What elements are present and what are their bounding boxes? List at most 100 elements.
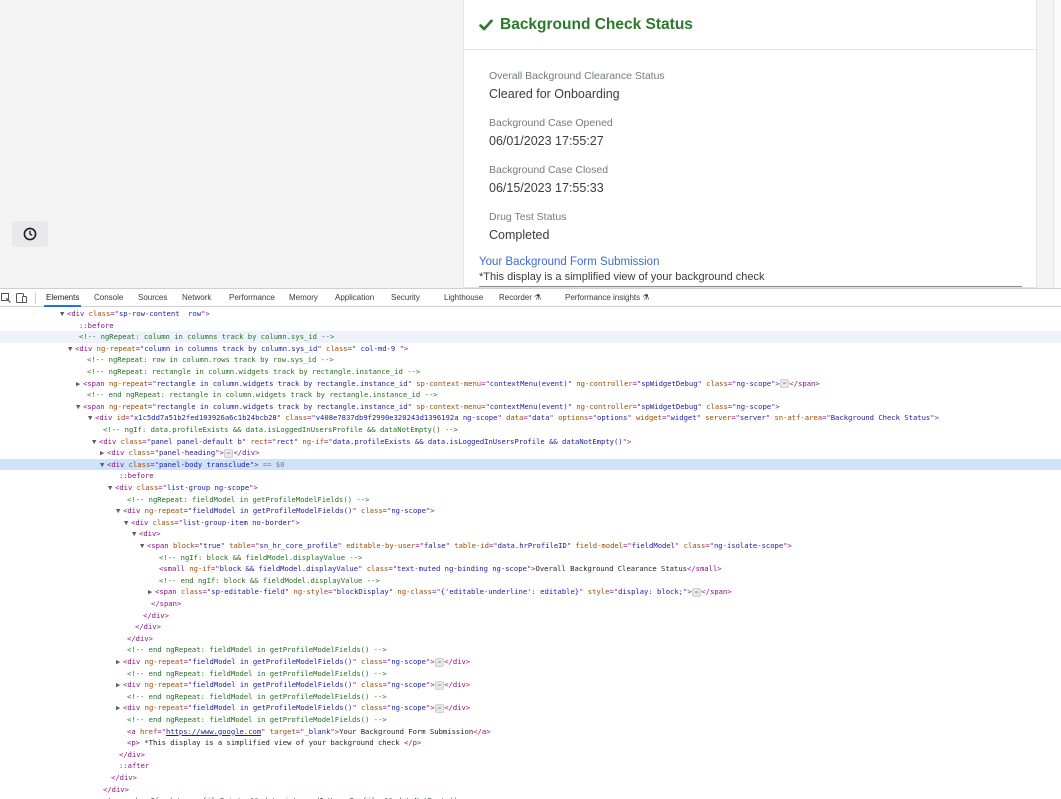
background-form-link[interactable]: Your Background Form Submission (479, 255, 1021, 269)
dom-node-row[interactable]: <!-- ngRepeat: row in column.rows track … (0, 354, 1061, 366)
dom-node-row[interactable]: ::before (0, 470, 1061, 482)
dom-node-row[interactable]: <!-- end ngIf: data.profileExists && dat… (0, 795, 1061, 799)
collapse-arrow-icon[interactable]: ▶ (76, 378, 83, 390)
dom-node-row[interactable]: ▼ <div class="panel-body transclude"> == … (0, 458, 1061, 471)
tab-memory[interactable]: Memory (287, 289, 320, 307)
dom-node-row[interactable]: </div> (0, 784, 1061, 796)
ellipsis-badge[interactable]: ⋯ (779, 379, 790, 389)
dom-node-row[interactable]: ▼ <div class="list-group-item no-border"> (0, 517, 1061, 529)
ellipsis-badge[interactable]: ⋯ (434, 703, 445, 713)
dom-token: ng-scope (391, 703, 426, 713)
dom-node-row[interactable]: ▶ <div ng-repeat="fieldModel in getProfil… (0, 679, 1061, 691)
dom-node-row[interactable]: ▼ <div id="x1c5dd7a51b2fed103926a6c1b24bc… (0, 412, 1061, 424)
dom-token: " (697, 378, 707, 388)
tab-security[interactable]: Security (389, 289, 422, 307)
dom-node-row[interactable]: ▼ <span ng-repeat="rectangle in column.wi… (0, 401, 1061, 413)
dom-node-row[interactable]: ::before (0, 320, 1061, 332)
dom-node-row[interactable]: <!-- ngIf: data.profileExists && data.is… (0, 424, 1061, 436)
dom-node-row[interactable]: </div> (0, 749, 1061, 761)
dom-node-row[interactable]: ▼ <div ng-repeat="column in columns track… (0, 343, 1061, 355)
dom-node-row[interactable]: ▶ <div ng-repeat="fieldModel in getProfil… (0, 702, 1061, 714)
collapse-arrow-icon[interactable]: ▶ (100, 447, 107, 459)
device-toolbar-icon[interactable] (15, 289, 27, 307)
dom-node-row[interactable]: <!-- end ngRepeat: rectangle in column.w… (0, 389, 1061, 401)
tab-network[interactable]: Network (180, 289, 213, 307)
expand-arrow-icon[interactable]: ▼ (140, 540, 147, 552)
dom-token: "> (425, 703, 435, 713)
tab-application[interactable]: Application (333, 289, 376, 307)
dom-token: ::before (79, 320, 114, 330)
dom-token: =" (523, 413, 533, 423)
expand-arrow-icon[interactable]: ▼ (68, 343, 75, 355)
dom-node-row[interactable]: ▼ <div ng-repeat="fieldModel in getProfil… (0, 505, 1061, 517)
dom-node-row[interactable]: <!-- ngRepeat: rectangle in column.widge… (0, 366, 1061, 378)
expand-arrow-icon[interactable]: ▼ (76, 401, 83, 413)
dom-token: Your Background Form Submission (339, 726, 474, 736)
dom-node-row[interactable]: <!-- end ngRepeat: fieldModel in getProf… (0, 668, 1061, 680)
tab-lighthouse[interactable]: Lighthouse (442, 289, 485, 307)
dom-token: == $0 (258, 459, 285, 469)
dom-node-row[interactable]: <small ng-if="block && fieldModel.displa… (0, 563, 1061, 575)
expand-arrow-icon[interactable]: ▼ (92, 436, 99, 448)
expand-arrow-icon[interactable]: ▼ (88, 412, 95, 424)
dom-node-row[interactable]: <p> *This display is a simplified view o… (0, 737, 1061, 749)
dom-token: <div (123, 680, 145, 690)
dom-node-row[interactable]: ▶ <span ng-repeat="rectangle in column.wi… (0, 378, 1061, 390)
dom-node-row[interactable]: ▼ <span block="true" table="sn_hr_core_pr… (0, 540, 1061, 552)
elements-tree[interactable]: ▼ <div class="sp-row-content row">::befor… (0, 308, 1061, 799)
inspect-element-icon[interactable] (0, 289, 12, 307)
dom-node-row[interactable]: ▼ <div class="panel panel-default b" rect… (0, 436, 1061, 448)
tab-console[interactable]: Console (92, 289, 125, 307)
dom-node-row[interactable]: <!-- end ngRepeat: fieldModel in getProf… (0, 691, 1061, 703)
dom-token: "> (201, 309, 210, 318)
collapse-arrow-icon[interactable]: ▶ (116, 702, 123, 714)
dom-token: data.profileExists && data.isLoggedInUse… (332, 436, 623, 446)
field-label: Background Case Closed (489, 164, 609, 176)
expand-arrow-icon[interactable]: ▼ (116, 505, 123, 517)
dom-token[interactable]: https://www.google.com (166, 727, 261, 736)
expand-arrow-icon[interactable]: ▼ (124, 517, 131, 529)
dom-token: </div> (444, 703, 471, 713)
expand-arrow-icon[interactable]: ▼ (100, 459, 107, 471)
dom-token: =" (150, 459, 159, 469)
history-button[interactable] (12, 221, 48, 247)
collapse-arrow-icon[interactable]: ▶ (116, 679, 123, 691)
expand-arrow-icon[interactable]: ▼ (60, 308, 67, 320)
tab-elements[interactable]: Elements (44, 289, 82, 307)
dom-node-row[interactable]: ▼ <div class="sp-row-content row"> (0, 308, 1061, 320)
tab-performance-insights[interactable]: Performance insights ⚗ (563, 289, 652, 307)
page-scrollbar[interactable] (1053, 0, 1061, 288)
tab-recorder[interactable]: Recorder ⚗ (497, 289, 543, 307)
dom-node-row[interactable]: <!-- end ngIf: block && fieldModel.displ… (0, 575, 1061, 587)
dom-node-row[interactable]: ▼ <div class="list-group ng-scope"> (0, 482, 1061, 494)
ellipsis-badge[interactable]: ⋯ (434, 657, 445, 667)
dom-node-row[interactable]: </div> (0, 633, 1061, 645)
tab-performance[interactable]: Performance (227, 289, 277, 307)
dom-node-row[interactable]: ▼ <div> (0, 528, 1061, 540)
dom-token: ng-if (189, 564, 211, 574)
expand-arrow-icon[interactable]: ▼ (108, 482, 115, 494)
dom-token: <div (67, 309, 89, 318)
ellipsis-badge[interactable]: ⋯ (691, 587, 702, 597)
dom-node-row[interactable]: </div> (0, 772, 1061, 784)
dom-node-row[interactable]: <!-- ngRepeat: column in columns track b… (0, 331, 1061, 343)
dom-token: " (337, 541, 347, 550)
dom-node-row[interactable]: <!-- end ngRepeat: fieldModel in getProf… (0, 644, 1061, 656)
dom-node-row[interactable]: <!-- ngRepeat: fieldModel in getProfileM… (0, 494, 1061, 506)
expand-arrow-icon[interactable]: ▼ (132, 528, 139, 540)
collapse-arrow-icon[interactable]: ▶ (116, 656, 123, 668)
collapse-arrow-icon[interactable]: ▶ (148, 586, 155, 598)
ellipsis-badge[interactable]: ⋯ (434, 680, 445, 690)
dom-node-row[interactable]: ::after (0, 760, 1061, 772)
dom-node-row[interactable]: </div> (0, 610, 1061, 622)
dom-node-row[interactable]: <a href="https://www.google.com" target=… (0, 726, 1061, 738)
dom-node-row[interactable]: ▶ <span class="sp-editable-field" ng-styl… (0, 586, 1061, 598)
dom-node-row[interactable]: <!-- ngIf: block && fieldModel.displayVa… (0, 552, 1061, 564)
dom-node-row[interactable]: ▶ <div ng-repeat="fieldModel in getProfil… (0, 656, 1061, 668)
dom-node-row[interactable]: ▶ <div class="panel-heading"> ⋯ </div> (0, 447, 1061, 459)
tab-sources[interactable]: Sources (136, 289, 169, 307)
dom-node-row[interactable]: </span> (0, 598, 1061, 610)
dom-node-row[interactable]: </div> (0, 621, 1061, 633)
flask-icon: ⚗ (534, 293, 542, 302)
dom-node-row[interactable]: <!-- end ngRepeat: fieldModel in getProf… (0, 714, 1061, 726)
